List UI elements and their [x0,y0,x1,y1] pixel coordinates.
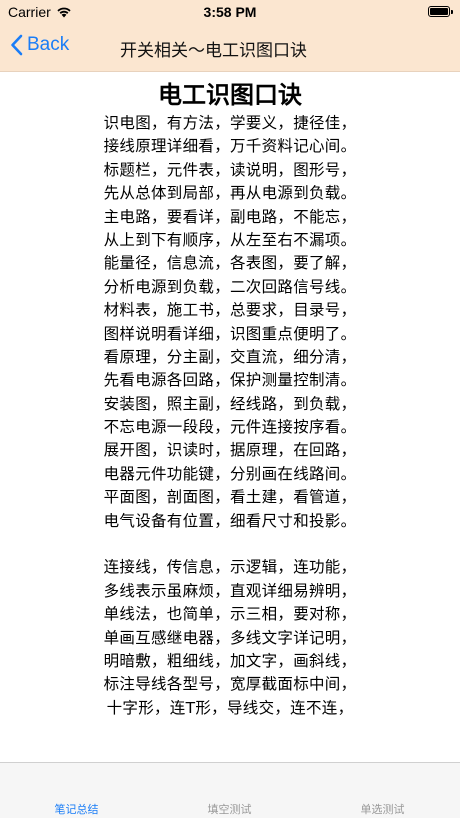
poem-line: 主电路，要看详，副电路，不能忘， [103,207,357,226]
tab-bar: 笔记总结 填空测试 单选测试 [0,762,460,818]
poem-line: 识电图，有方法，学要义，捷径佳， [103,114,357,132]
poem-line: 平面图，剖面图，看土建，看管道， [103,488,357,507]
poem-line: 安装图，照主副，经线路，到负载， [103,394,357,413]
status-bar: Carrier 3:58 PM [0,0,460,24]
back-button[interactable]: Back [10,34,69,56]
poem-line: 单画互感继电器，多线文字详记明， [103,628,357,647]
poem-line: 电器元件功能键，分别画在线路间。 [103,464,357,483]
poem-line: 标注导线各型号，宽厚截面标中间， [103,675,357,694]
tab-notes-summary[interactable]: 笔记总结 [0,801,153,817]
poem-line: 单线法，也简单，示三相，要对称， [103,605,357,624]
poem-line: 先从总体到局部，再从电源到负载。 [103,184,357,203]
poem-line: 电气设备有位置，细看尺寸和投影。 [103,511,357,530]
poem-line: 接线原理详细看，万千资料记心间。 [103,137,357,156]
battery-full-icon [428,6,453,17]
poem-line: 不忘电源一段段，元件连接按序看。 [103,418,357,437]
navigation-bar: Back 开关相关～电工识图口诀 [0,24,460,72]
poem-line: 图样说明看详细，识图重点便明了。 [103,324,357,343]
poem-line: 连接线，传信息，示逻辑，连功能， [103,558,357,577]
chevron-left-icon [11,34,23,56]
poem-line: 能量径，信息流，各表图，要了解， [103,254,357,273]
poem-line: 标题栏，元件表，读说明，图形号， [103,160,357,179]
poem-line: 十字形，连T形，导线交，连不连， [106,698,354,717]
poem-section-2: 连接线，传信息，示逻辑，连功能， 多线表示虽麻烦，直观详细易辨明， 单线法，也简单，… [0,556,460,720]
status-time: 3:58 PM [203,4,257,20]
poem-line: 看原理，分主副，交直流，细分清， [103,347,357,366]
poem-line: 明暗敷，粗细线，加文字，画斜线， [103,651,357,670]
poem-line: 展开图，识读时，据原理，在回路， [103,441,357,460]
notes-content[interactable]: 电工识图口诀 识电图，有方法，学要义，捷径佳， 接线原理详细看，万千资料记心间。标… [0,72,460,762]
tab-fill-blank-test[interactable]: 填空测试 [153,801,306,817]
poem-line: 材料表，施工书，总要求，目录号， [103,301,357,320]
tab-single-choice-test[interactable]: 单选测试 [306,801,459,817]
back-label: Back [27,34,70,55]
poem-line: 先看电源各回路，保护测量控制清。 [103,371,357,390]
poem-line: 从上到下有顺序，从左至右不漏项。 [103,230,357,249]
poem-line: 分析电源到负载，二次回路信号线。 [103,277,357,296]
app-screen: Carrier 3:58 PM Back 开关相关～电工识图口诀 电工识图口诀 … [0,0,460,818]
poem-line: 多线表示虽麻烦，直观详细易辨明， [103,581,357,600]
nav-title: 开关相关～电工识图口诀 [120,41,307,61]
document-title: 电工识图口诀 [158,81,302,109]
poem-section-1: 识电图，有方法，学要义，捷径佳， 接线原理详细看，万千资料记心间。 标题栏，元件表，… [0,112,460,533]
